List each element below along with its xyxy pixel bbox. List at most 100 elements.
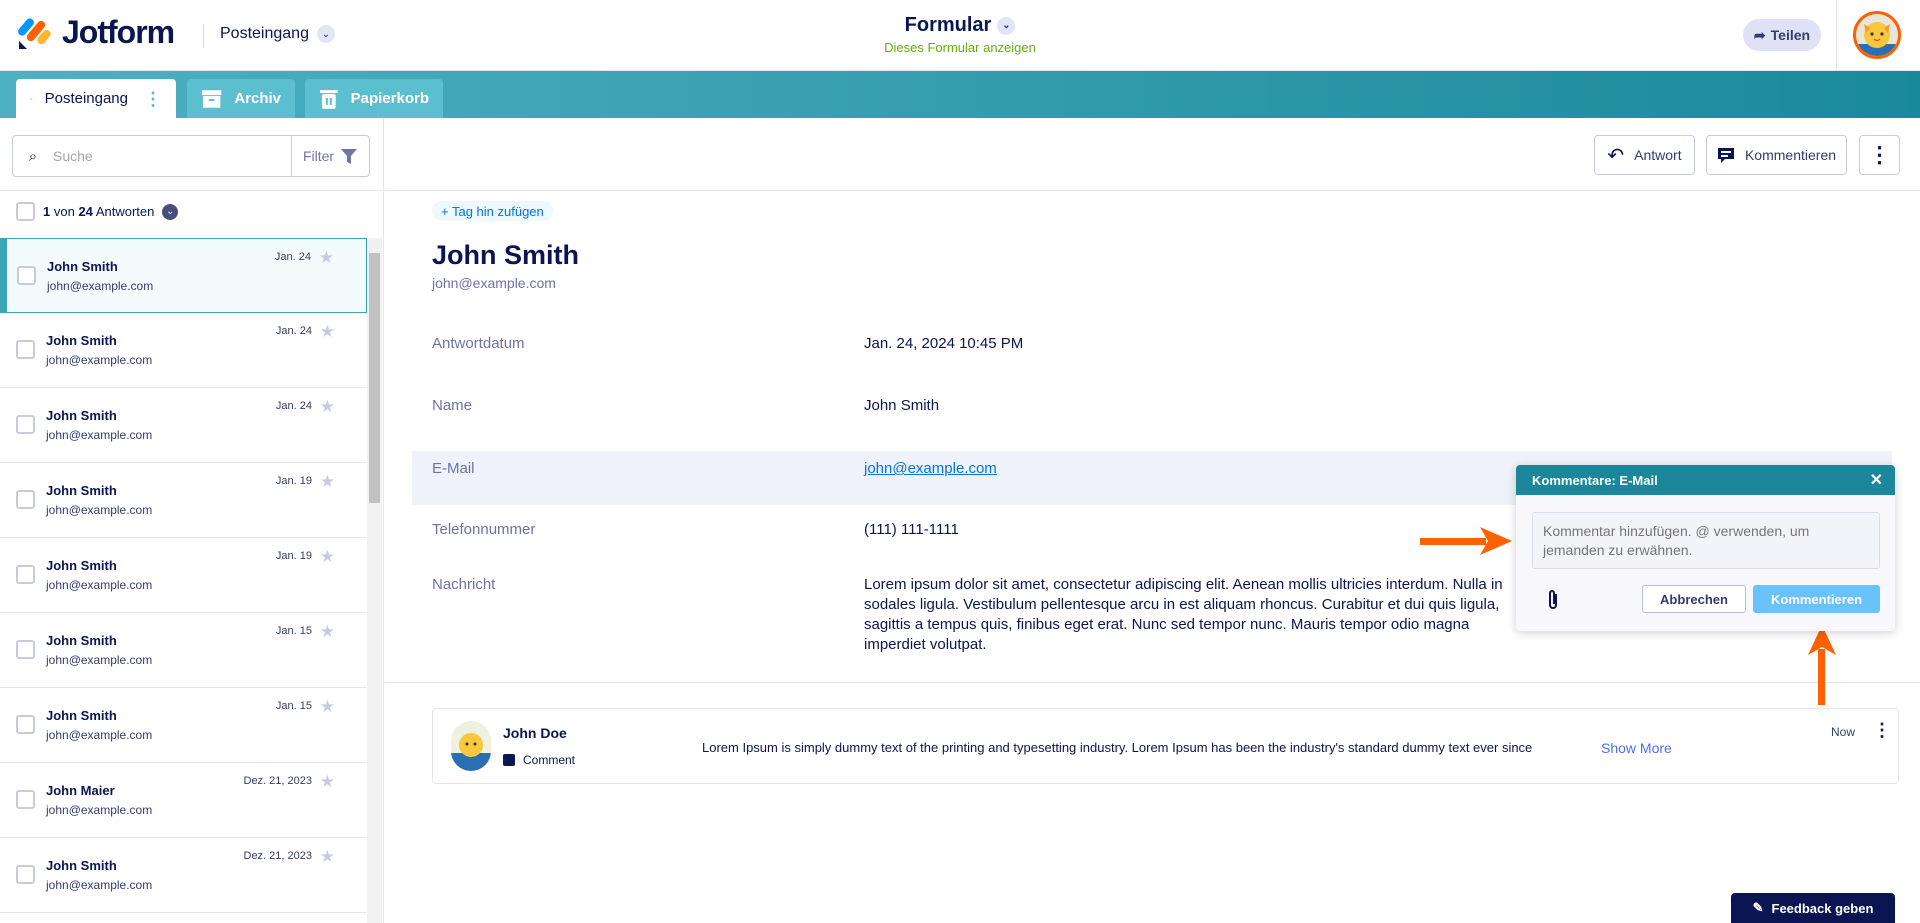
comment-icon: [503, 754, 515, 766]
star-icon[interactable]: ★: [320, 772, 335, 792]
star-icon[interactable]: ★: [320, 472, 335, 492]
commenter-avatar: [451, 721, 491, 771]
comment-icon: [1717, 148, 1734, 163]
comment-card: John Doe Comment Lorem Ipsum is simply d…: [432, 708, 1899, 784]
star-icon[interactable]: ★: [320, 697, 335, 717]
submission-list-panel: ⌕ Filter 1 von 24 Antworten ⌄ John Smith…: [0, 118, 384, 923]
comment-button[interactable]: Kommentieren: [1706, 135, 1847, 175]
item-email: john@example.com: [46, 578, 153, 592]
close-icon[interactable]: ✕: [1870, 470, 1883, 490]
list-item[interactable]: John Maier john@example.com Dez. 21, 202…: [0, 763, 367, 838]
list-item[interactable]: John Smith john@example.com Dez. 21, 202…: [0, 838, 367, 913]
comment-input[interactable]: [1532, 512, 1880, 569]
item-date: Dez. 21, 2023: [243, 775, 313, 787]
item-checkbox[interactable]: [16, 490, 35, 509]
cancel-button[interactable]: Abbrechen: [1642, 585, 1746, 613]
item-email: john@example.com: [46, 728, 153, 742]
list-item[interactable]: John Smith john@example.com Jan. 19 ★: [0, 538, 367, 613]
list-item[interactable]: John Smith john@example.com Jan. 24 ★: [0, 388, 367, 463]
share-icon: ➦: [1753, 26, 1766, 43]
more-vertical-icon[interactable]: ⋮: [144, 90, 162, 108]
item-checkbox[interactable]: [16, 565, 35, 584]
item-email: john@example.com: [46, 428, 153, 442]
comment-menu-icon[interactable]: ⋮: [1873, 720, 1891, 741]
tab-archiv[interactable]: Archiv: [187, 79, 295, 118]
show-more-link[interactable]: Show More: [1601, 740, 1672, 756]
list-item[interactable]: John Smith john@example.com Jan. 19 ★: [0, 463, 367, 538]
count-current: 1: [43, 204, 51, 219]
count-total: 24: [78, 204, 93, 219]
email-link[interactable]: john@example.com: [864, 460, 997, 477]
tab-papierkorb[interactable]: Papierkorb: [305, 79, 443, 118]
list-item[interactable]: John Smith john@example.com Jan. 15 ★: [0, 688, 367, 763]
tab-label: Archiv: [234, 90, 281, 107]
comment-time: Now: [1831, 725, 1856, 739]
list-item[interactable]: John Smith john@example.com Jan. 15 ★: [0, 613, 367, 688]
arrow-right-icon: [1420, 527, 1512, 555]
avatar-mascot-icon: [451, 733, 491, 771]
field-label: Nachricht: [432, 576, 496, 593]
add-tag-button[interactable]: + Tag hin zufügen: [432, 201, 553, 221]
search-input[interactable]: [53, 148, 291, 164]
feedback-button[interactable]: ✎ Feedback geben: [1731, 893, 1895, 923]
folder-tabs: Posteingang ⋮ Archiv Papierkorb: [0, 71, 1920, 118]
item-email: john@example.com: [46, 503, 153, 517]
item-date: Dez. 21, 2023: [243, 850, 313, 862]
view-form-link[interactable]: Dieses Formular anzeigen: [0, 40, 1920, 55]
filter-button[interactable]: Filter: [291, 136, 369, 176]
star-icon[interactable]: ★: [319, 248, 334, 268]
user-avatar[interactable]: [1853, 11, 1901, 59]
item-date: Jan. 15: [275, 700, 312, 712]
item-name: John Smith: [46, 708, 117, 723]
star-icon[interactable]: ★: [320, 547, 335, 567]
comment-label: Kommentieren: [1744, 147, 1837, 163]
list-item[interactable]: John Smith john@example.com Jan. 24 ★: [0, 313, 367, 388]
chevron-down-icon: ⌄: [997, 16, 1016, 35]
item-name: John Smith: [46, 333, 117, 348]
reply-button[interactable]: ↶ Antwort: [1594, 135, 1695, 175]
search-icon: ⌕: [28, 147, 38, 165]
item-email: john@example.com: [46, 878, 153, 892]
feedback-label: Feedback geben: [1771, 900, 1874, 916]
attachment-paperclip-icon[interactable]: [1546, 589, 1560, 611]
item-checkbox[interactable]: [16, 715, 35, 734]
star-icon[interactable]: ★: [320, 322, 335, 342]
item-checkbox[interactable]: [16, 865, 35, 884]
item-checkbox[interactable]: [16, 340, 35, 359]
divider: [0, 190, 384, 191]
star-icon[interactable]: ★: [320, 397, 335, 417]
item-date: Jan. 15: [275, 625, 312, 637]
item-name: John Maier: [46, 783, 115, 798]
count-von: von: [53, 204, 75, 219]
field-label: Telefonnummer: [432, 521, 536, 538]
list-item[interactable]: John Smith john@example.com Jan. 24 ★: [0, 238, 367, 313]
inbox-icon: [30, 97, 33, 100]
submission-list: John Smith john@example.com Jan. 24 ★ Jo…: [0, 238, 367, 913]
reply-icon: ↶: [1607, 144, 1625, 167]
divider: [1836, 0, 1837, 71]
tab-label: Papierkorb: [350, 90, 429, 107]
chevron-down-icon[interactable]: ⌄: [162, 203, 179, 220]
star-icon[interactable]: ★: [320, 622, 335, 642]
more-options-button[interactable]: ⋮: [1859, 135, 1900, 175]
scrollbar-thumb[interactable]: [369, 253, 380, 503]
submit-comment-button[interactable]: Kommentieren: [1753, 585, 1880, 613]
popup-title: Kommentare: E-Mail: [1532, 472, 1658, 488]
tab-posteingang[interactable]: Posteingang ⋮: [16, 79, 176, 118]
item-checkbox[interactable]: [17, 266, 36, 285]
form-title-label: Formular: [904, 14, 992, 36]
tab-label: Posteingang: [44, 90, 128, 107]
item-checkbox[interactable]: [16, 640, 35, 659]
item-date: Jan. 24: [275, 325, 312, 337]
arrow-up-icon: [1808, 625, 1836, 705]
item-checkbox[interactable]: [16, 790, 35, 809]
filter-label: Filter: [302, 148, 335, 164]
select-all-checkbox[interactable]: [16, 202, 35, 221]
field-value: John Smith: [864, 397, 940, 414]
item-checkbox[interactable]: [16, 415, 35, 434]
item-name: John Smith: [46, 483, 117, 498]
comment-type-label: Comment: [523, 753, 576, 767]
star-icon[interactable]: ★: [320, 847, 335, 867]
share-button[interactable]: ➦ Teilen: [1743, 19, 1821, 51]
form-title[interactable]: Formular ⌄: [0, 14, 1920, 37]
